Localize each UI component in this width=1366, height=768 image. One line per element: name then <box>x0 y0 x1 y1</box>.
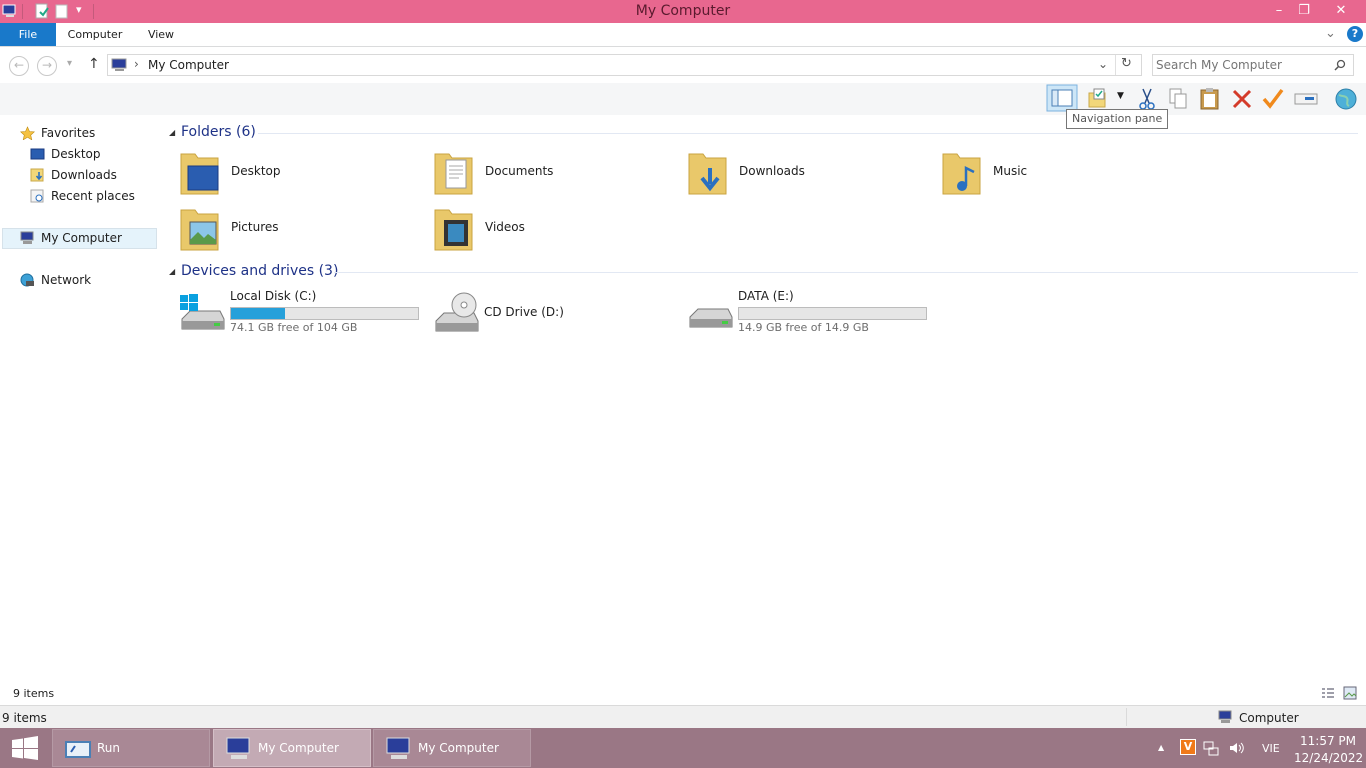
windows-start-icon[interactable] <box>11 736 39 760</box>
tray-app-icon[interactable]: V <box>1180 739 1196 755</box>
title-bar: ▾ My Computer – ❐ ✕ <box>0 0 1366 23</box>
star-icon <box>20 126 35 140</box>
search-icon[interactable] <box>1334 59 1346 71</box>
address-dropdown-icon[interactable]: ⌄ <box>1098 57 1108 71</box>
downloads-folder-icon <box>688 153 727 195</box>
desktop-folder-icon <box>180 153 219 195</box>
recent-locations-button[interactable]: ▾ <box>67 58 72 69</box>
collapse-drives-icon[interactable]: ◢ <box>169 267 175 276</box>
large-icons-view-icon[interactable] <box>1343 686 1357 700</box>
folder-documents[interactable]: Documents <box>432 148 672 200</box>
navigation-pane-icon[interactable] <box>1046 84 1078 112</box>
computer-icon <box>111 58 127 71</box>
downloads-icon <box>30 168 44 182</box>
breadcrumb-separator[interactable]: › <box>134 57 139 71</box>
run-icon <box>65 741 91 758</box>
group-divider <box>258 133 1358 134</box>
chevron-down-icon[interactable]: ▼ <box>1117 91 1124 101</box>
cd-drive-icon <box>435 292 479 332</box>
location-label: Computer <box>1239 711 1299 725</box>
checkmark-icon[interactable] <box>1260 87 1286 111</box>
taskbar-my-computer-active[interactable]: My Computer <box>213 729 371 767</box>
delete-icon[interactable] <box>1229 87 1255 111</box>
computer-icon <box>386 737 410 759</box>
breadcrumb-my-computer[interactable]: My Computer <box>148 58 229 72</box>
desktop-icon <box>30 148 45 160</box>
taskbar-my-computer[interactable]: My Computer <box>373 729 531 767</box>
folder-downloads[interactable]: Downloads <box>686 148 926 200</box>
group-header-folders[interactable]: Folders (6) <box>181 124 256 144</box>
windows-drive-icon <box>180 294 225 330</box>
ribbon-tabs: File Computer View ⌄ ? <box>0 23 1366 47</box>
details-view-icon[interactable] <box>1321 687 1335 699</box>
globe-icon[interactable] <box>1333 87 1359 111</box>
computer-icon <box>20 231 34 244</box>
search-box[interactable] <box>1152 54 1354 76</box>
language-indicator[interactable]: VIE <box>1262 742 1280 755</box>
folder-videos[interactable]: Videos <box>432 204 672 256</box>
rename-icon[interactable] <box>1293 87 1319 111</box>
folder-music[interactable]: Music <box>940 148 1180 200</box>
help-icon[interactable]: ? <box>1347 26 1363 42</box>
forward-button[interactable]: → <box>37 56 57 76</box>
address-divider <box>1115 55 1116 75</box>
pictures-folder-icon <box>180 209 219 251</box>
search-input[interactable] <box>1156 56 1326 74</box>
close-button[interactable]: ✕ <box>1318 0 1364 21</box>
details-bar: 9 items Computer <box>0 705 1366 728</box>
drive-e-usage-bar <box>738 307 927 320</box>
status-divider <box>1126 708 1127 726</box>
folder-pictures[interactable]: Pictures <box>178 204 418 256</box>
tooltip: Navigation pane <box>1066 109 1169 129</box>
volume-icon[interactable] <box>1228 740 1244 756</box>
restore-button[interactable]: ❐ <box>1290 0 1318 21</box>
tab-file[interactable]: File <box>0 23 56 46</box>
clock-date[interactable]: 12/24/2022 <box>1294 751 1363 765</box>
drive-c-usage-bar <box>230 307 419 320</box>
status-bar: 9 items <box>0 682 1366 705</box>
documents-folder-icon <box>434 153 473 195</box>
paste-icon[interactable] <box>1197 87 1223 111</box>
select-icon[interactable] <box>1086 87 1112 111</box>
item-count: 9 items <box>13 687 55 700</box>
address-bar[interactable]: › My Computer ⌄ ↻ <box>107 54 1142 76</box>
taskbar-run[interactable]: Run <box>52 729 210 767</box>
tab-computer[interactable]: Computer <box>60 23 130 46</box>
network-icon <box>20 273 34 287</box>
music-folder-icon <box>942 153 981 195</box>
folder-desktop[interactable]: Desktop <box>178 148 418 200</box>
tray-overflow-icon[interactable]: ▲ <box>1158 743 1164 752</box>
tab-view[interactable]: View <box>140 23 182 46</box>
computer-icon <box>1218 710 1232 723</box>
group-header-drives[interactable]: Devices and drives (3) <box>181 263 338 283</box>
up-button[interactable]: ↑ <box>88 56 100 72</box>
cut-icon[interactable] <box>1134 87 1160 111</box>
recent-places-icon <box>30 189 44 203</box>
hard-drive-icon <box>689 308 733 328</box>
computer-icon <box>226 737 250 759</box>
window-title: My Computer <box>635 3 731 19</box>
back-button[interactable]: ← <box>9 56 29 76</box>
collapse-folders-icon[interactable]: ◢ <box>169 128 175 137</box>
refresh-button[interactable]: ↻ <box>1121 56 1132 71</box>
drive-c[interactable]: Local Disk (C:) 74.1 GB free of 104 GB <box>178 289 423 337</box>
expand-ribbon-icon[interactable]: ⌄ <box>1325 26 1336 41</box>
details-item-count: 9 items <box>2 711 47 725</box>
clock-time[interactable]: 11:57 PM <box>1300 734 1356 748</box>
drive-d[interactable]: CD Drive (D:) <box>432 289 672 337</box>
group-divider <box>334 272 1358 273</box>
drive-e[interactable]: DATA (E:) 14.9 GB free of 14.9 GB <box>686 289 931 337</box>
network-tray-icon[interactable] <box>1203 740 1219 756</box>
copy-icon[interactable] <box>1165 87 1191 111</box>
drive-c-usage-fill <box>231 308 285 319</box>
navigation-pane: Favorites Desktop Downloads Recent place… <box>0 115 160 682</box>
videos-folder-icon <box>434 209 473 251</box>
